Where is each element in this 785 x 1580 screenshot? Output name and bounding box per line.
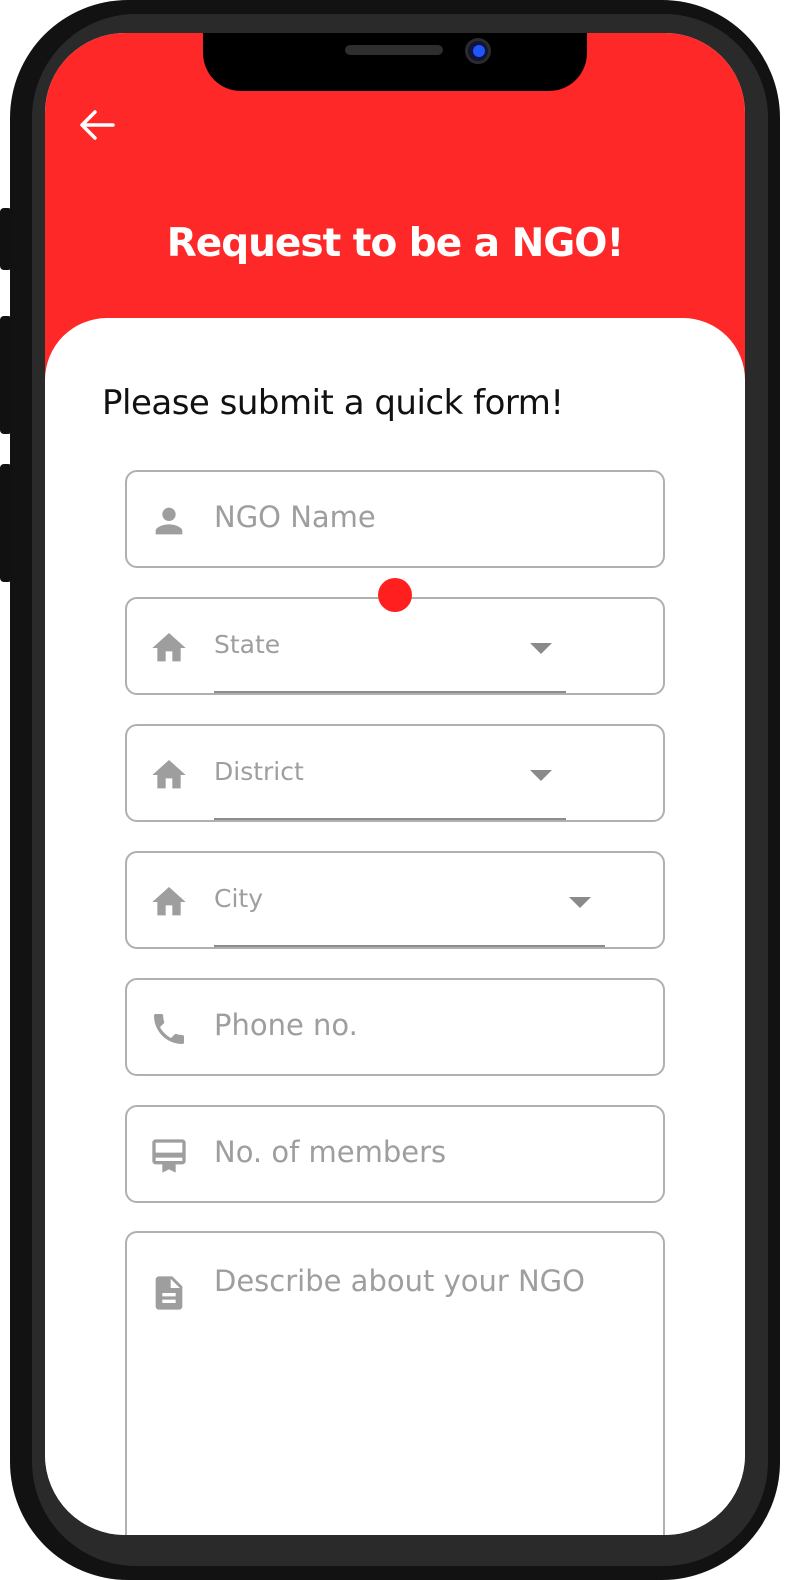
home-icon [152,760,186,789]
back-button[interactable] [75,103,119,147]
touch-indicator-dot [378,578,412,612]
city-placeholder: City [214,884,263,913]
form-subtitle: Please submit a quick form! [102,383,564,423]
phone-volume-up [0,316,12,434]
members-placeholder: No. of members [214,1135,447,1169]
page-title: Request to be a NGO! [166,221,625,266]
speaker [345,45,443,55]
city-dropdown[interactable]: City [125,851,665,949]
phone-placeholder: Phone no. [214,1008,358,1042]
ngo-name-field[interactable]: NGO Name [125,470,665,568]
home-icon [152,633,186,662]
notch [203,33,587,91]
phone-field[interactable]: Phone no. [125,978,665,1076]
description-textarea[interactable]: Describe about your NGO [125,1231,665,1535]
members-field[interactable]: No. of members [125,1105,665,1203]
state-placeholder: State [214,630,281,659]
district-dropdown[interactable]: District [125,724,665,822]
phone-side-button [0,208,12,270]
district-underline [214,818,566,820]
phone-icon [154,1014,184,1044]
card-membership-icon [152,1139,186,1173]
document-icon [155,1276,183,1310]
state-underline [214,691,566,693]
description-placeholder: Describe about your NGO [214,1264,585,1298]
district-placeholder: District [214,757,304,786]
chevron-down-icon [530,770,552,781]
phone-volume-down [0,464,12,582]
chevron-down-icon [530,643,552,654]
ngo-name-placeholder: NGO Name [214,500,376,534]
app-screen: Request to be a NGO! Please submit a qui… [45,33,745,1535]
chevron-down-icon [569,897,591,908]
person-icon [155,507,183,535]
arrow-left-icon [80,110,115,140]
camera-icon [465,38,491,64]
city-underline [214,945,605,947]
home-icon [152,887,186,916]
